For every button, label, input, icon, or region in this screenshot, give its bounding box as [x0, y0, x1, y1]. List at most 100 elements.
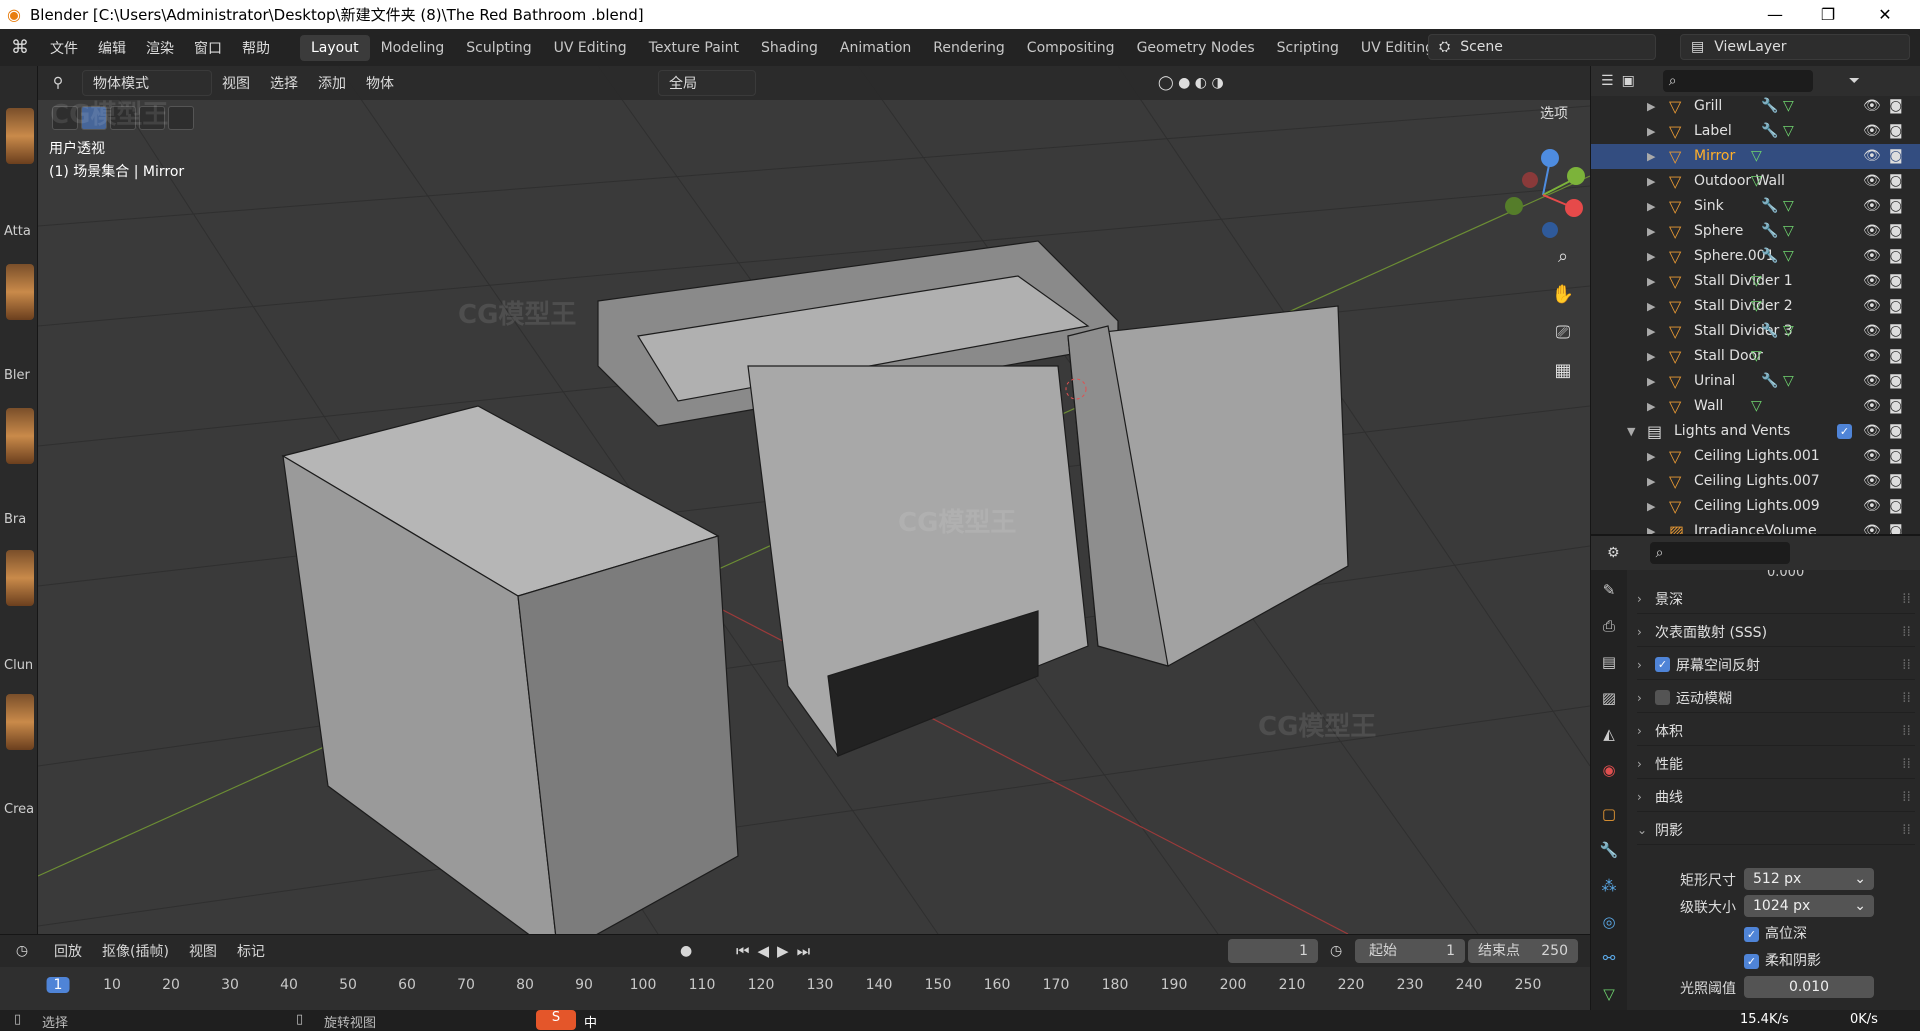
blender-menu-icon[interactable]: ⌘	[0, 37, 40, 58]
timeline-menu-keying[interactable]: 抠像(插帧)	[92, 941, 179, 961]
restore-button[interactable]: ❐	[1805, 0, 1851, 29]
panel-header[interactable]: › ✓ 屏幕空间反射 ⁞⁞	[1637, 650, 1915, 680]
render-camera-icon[interactable]: ◙	[1889, 273, 1903, 289]
current-frame-field[interactable]: 1	[1228, 939, 1318, 963]
mode-selector[interactable]: 物体模式	[82, 70, 212, 96]
high-bit-checkbox[interactable]: ✓ 高位深	[1744, 923, 1807, 943]
gizmo-x-axis-icon[interactable]	[1565, 199, 1583, 217]
gizmo-y-axis-icon[interactable]	[1567, 167, 1585, 185]
drag-handle-icon[interactable]: ⁞⁞	[1902, 657, 1911, 673]
render-camera-icon[interactable]: ◙	[1889, 323, 1903, 339]
mesh-data-icon[interactable]: ▽	[1783, 373, 1794, 389]
gizmo-z-axis-icon[interactable]	[1541, 149, 1559, 167]
gizmo-neg-y-icon[interactable]	[1505, 197, 1523, 215]
tab-rendering[interactable]: Rendering	[922, 35, 1016, 61]
soft-shadows-checkbox[interactable]: ✓ 柔和阴影	[1744, 950, 1821, 970]
ime-logo-icon[interactable]: S	[536, 1010, 576, 1030]
panel-header[interactable]: ⌄ 阴影 ⁞⁞	[1637, 815, 1915, 845]
scene-tab-icon[interactable]: ◭	[1597, 722, 1621, 746]
expand-arrow-icon[interactable]: ▶	[1647, 500, 1655, 513]
mesh-data-icon[interactable]: ▽	[1783, 248, 1794, 264]
start-frame-field[interactable]: 起始 1	[1355, 939, 1465, 963]
camera-view-icon[interactable]: ⎚	[1548, 318, 1578, 348]
viewport-menu-add[interactable]: 添加	[308, 73, 356, 93]
expand-arrow-icon[interactable]: ▶	[1647, 175, 1655, 188]
render-camera-icon[interactable]: ◙	[1889, 173, 1903, 189]
expand-arrow-icon[interactable]: ▶	[1647, 125, 1655, 138]
light-threshold-field[interactable]: 0.010	[1744, 976, 1874, 998]
editor-type-icon[interactable]: ⚲	[38, 75, 78, 91]
panel-header[interactable]: › 性能 ⁞⁞	[1637, 749, 1915, 779]
menu-file[interactable]: 文件	[40, 38, 88, 58]
playback-controls[interactable]: ⏮◀▶⏭	[736, 942, 818, 960]
tool-tab-icon[interactable]: ✎	[1597, 578, 1621, 602]
panel-header[interactable]: › 曲线 ⁞⁞	[1637, 782, 1915, 812]
drag-handle-icon[interactable]: ⁞⁞	[1902, 591, 1911, 607]
physics-tab-icon[interactable]: ◎	[1597, 910, 1621, 934]
outliner-item[interactable]: ▶ ▽ Sink 🔧 ▽ 👁 ◙	[1591, 194, 1920, 219]
tab-scripting[interactable]: Scripting	[1266, 35, 1350, 61]
visibility-eye-icon[interactable]: 👁	[1863, 223, 1881, 239]
display-mode-icon[interactable]: ☰	[1601, 73, 1614, 89]
modifier-icon[interactable]: 🔧	[1761, 123, 1778, 139]
tab-modeling[interactable]: Modeling	[370, 35, 456, 61]
visibility-eye-icon[interactable]: 👁	[1863, 498, 1881, 514]
exclude-checkbox-icon[interactable]: ✓	[1837, 423, 1852, 439]
expand-arrow-icon[interactable]: ▶	[1647, 250, 1655, 263]
outliner-item[interactable]: ▶ ▽ Wall ▽ 👁 ◙	[1591, 394, 1920, 419]
outliner-item[interactable]: ▶ ▽ Ceiling Lights.007 👁 ◙	[1591, 469, 1920, 494]
modifier-icon[interactable]: 🔧	[1761, 198, 1778, 214]
gizmo-neg-x-icon[interactable]	[1522, 172, 1538, 188]
outliner-search-input[interactable]: ⌕	[1662, 70, 1813, 92]
mesh-data-icon[interactable]: ▽	[1751, 298, 1762, 314]
render-camera-icon[interactable]: ◙	[1889, 448, 1903, 464]
expand-arrow-icon[interactable]: ▶	[1647, 275, 1655, 288]
viewport-menu-object[interactable]: 物体	[356, 73, 404, 93]
tweak-tool-button[interactable]	[52, 106, 78, 130]
expand-arrow-icon[interactable]: ▶	[1647, 350, 1655, 363]
render-tab-icon[interactable]: ⎙	[1597, 614, 1621, 638]
render-camera-icon[interactable]: ◙	[1889, 498, 1903, 514]
outliner-item[interactable]: ▶ ▽ Ceiling Lights.001 👁 ◙	[1591, 444, 1920, 469]
outliner-item[interactable]: ▶ ▽ Mirror ▽ 👁 ◙	[1591, 143, 1920, 169]
visibility-eye-icon[interactable]: 👁	[1863, 398, 1881, 414]
filter-layer-icon[interactable]: ▣	[1622, 73, 1635, 89]
render-camera-icon[interactable]: ◙	[1889, 198, 1903, 214]
select-intersect-button[interactable]	[168, 106, 194, 130]
modifier-icon[interactable]: 🔧	[1761, 248, 1778, 264]
mesh-data-icon[interactable]: ▽	[1751, 273, 1762, 289]
checkbox-icon[interactable]: ✓	[1655, 657, 1670, 672]
panel-header[interactable]: › 景深 ⁞⁞	[1637, 584, 1915, 614]
mesh-data-icon[interactable]: ▽	[1783, 223, 1794, 239]
visibility-eye-icon[interactable]: 👁	[1863, 348, 1881, 364]
render-camera-icon[interactable]: ◙	[1889, 298, 1903, 314]
menu-help[interactable]: 帮助	[232, 38, 280, 58]
outliner-item[interactable]: ▶ ▽ Urinal 🔧 ▽ 👁 ◙	[1591, 369, 1920, 394]
viewlayer-selector[interactable]: ▤ ViewLayer	[1680, 34, 1910, 60]
tab-compositing[interactable]: Compositing	[1016, 35, 1126, 61]
pan-hand-icon[interactable]: ✋	[1548, 280, 1578, 310]
menu-window[interactable]: 窗口	[184, 38, 232, 58]
viewport-menu-select[interactable]: 选择	[260, 73, 308, 93]
outliner-item[interactable]: ▶ ▽ Outdoor Wall ▽ 👁 ◙	[1591, 169, 1920, 194]
tab-animation[interactable]: Animation	[829, 35, 922, 61]
constraints-tab-icon[interactable]: ⚯	[1597, 946, 1621, 970]
menu-render[interactable]: 渲染	[136, 38, 184, 58]
timeline-menu-marker[interactable]: 标记	[227, 941, 275, 961]
expand-arrow-icon[interactable]: ▶	[1647, 200, 1655, 213]
render-camera-icon[interactable]: ◙	[1889, 123, 1903, 139]
expand-arrow-icon[interactable]: ▶	[1647, 450, 1655, 463]
render-camera-icon[interactable]: ◙	[1889, 473, 1903, 489]
drag-handle-icon[interactable]: ⁞⁞	[1902, 624, 1911, 640]
expand-arrow-icon[interactable]: ▶	[1647, 375, 1655, 388]
outliner-collection[interactable]: ▼ ▤ Lights and Vents ✓ 👁 ◙	[1591, 419, 1920, 444]
expand-arrow-icon[interactable]: ▶	[1647, 475, 1655, 488]
modifier-icon[interactable]: 🔧	[1761, 323, 1778, 339]
tab-sculpting[interactable]: Sculpting	[455, 35, 542, 61]
visibility-eye-icon[interactable]: 👁	[1863, 323, 1881, 339]
modifier-icon[interactable]: 🔧	[1761, 223, 1778, 239]
render-camera-icon[interactable]: ◙	[1889, 248, 1903, 264]
shading-modes-icon[interactable]: ◯ ● ◐ ◑	[1158, 75, 1224, 91]
gizmo-neg-z-icon[interactable]	[1542, 222, 1558, 238]
mesh-data-icon[interactable]: ▽	[1751, 398, 1762, 414]
